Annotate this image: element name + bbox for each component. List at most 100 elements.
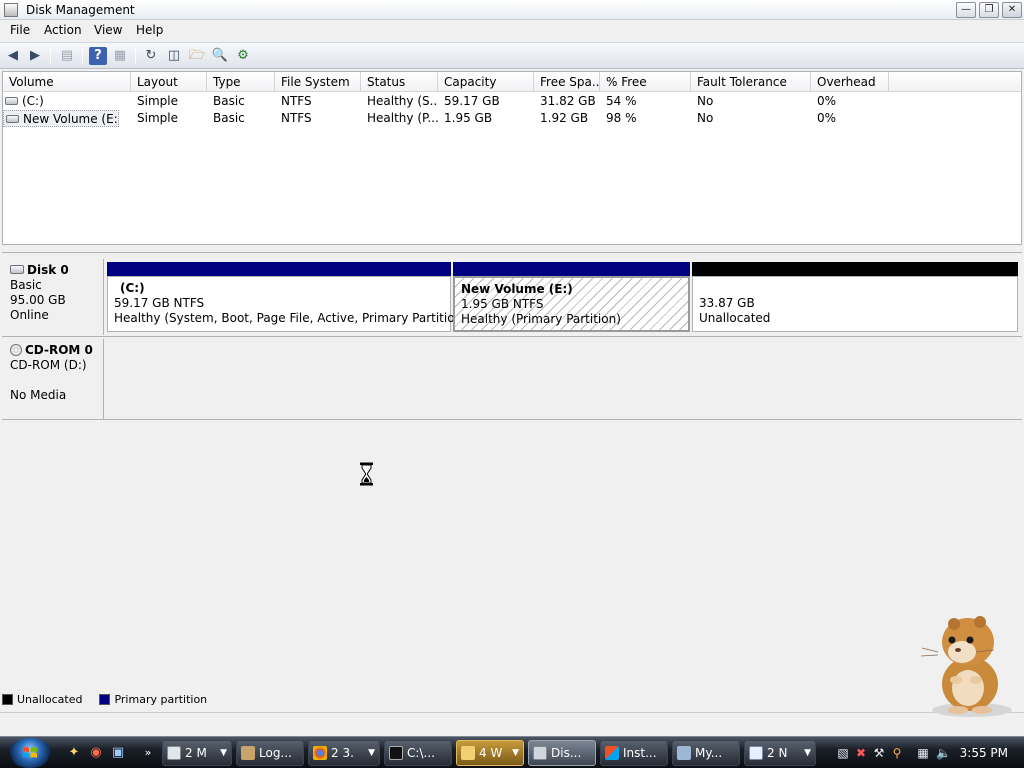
disk-type: Basic	[10, 278, 42, 292]
table-row[interactable]: (C:) Simple Basic NTFS Healthy (S... 59.…	[3, 93, 1021, 110]
restore-button[interactable]: ❐	[979, 2, 999, 18]
cd-rom-icon	[10, 343, 22, 356]
cell-volume: New Volume (E:)	[23, 112, 119, 126]
cell-type: Basic	[213, 111, 245, 125]
cell-overhead: 0%	[817, 111, 837, 125]
legend-label-primary: Primary partition	[114, 693, 208, 706]
show-desktop-icon[interactable]: ▣	[110, 745, 126, 761]
toolbar: ◀ ▶ ▤ ? ▦ ↻ ◫ 🗁 🔍 ⚙	[0, 42, 1024, 69]
taskbar-button-installer[interactable]: Inst...	[600, 740, 668, 766]
folder-window-icon	[167, 746, 181, 760]
menu-file[interactable]: File	[10, 23, 30, 37]
menu-view[interactable]: View	[94, 23, 122, 37]
partition-bar	[453, 262, 690, 276]
partition-status: Healthy (System, Boot, Page File, Active…	[114, 311, 467, 325]
column-header-layout[interactable]: Layout	[131, 72, 207, 92]
cell-free-space: 31.82 GB	[540, 94, 596, 108]
search-icon[interactable]: 🔍	[211, 47, 229, 65]
partition-size: 59.17 GB NTFS	[114, 296, 205, 310]
menu-action[interactable]: Action	[44, 23, 82, 37]
disk-graphical-view[interactable]: Disk 0 Basic 95.00 GB Online (C:) 59.17 …	[2, 252, 1022, 420]
taskbar-button-disk-management[interactable]: Dis...	[528, 740, 596, 766]
notepad-icon	[749, 746, 763, 760]
column-header-status[interactable]: Status	[361, 72, 438, 92]
tray-tools-icon[interactable]: ⚒	[872, 746, 886, 760]
cell-capacity: 59.17 GB	[444, 94, 500, 108]
taskbar-button-my-computer[interactable]: My...	[672, 740, 740, 766]
drive-icon	[5, 96, 18, 105]
open-folder-icon[interactable]: 🗁	[188, 47, 206, 65]
hard-disk-icon	[10, 265, 24, 274]
cell-fault-tolerance: No	[697, 111, 714, 125]
volume-list-header: Volume Layout Type File System Status Ca…	[3, 72, 1021, 92]
toolbar-separator	[50, 48, 51, 64]
chevron-down-icon: ▼	[220, 748, 227, 758]
show-hide-console-tree-icon[interactable]: ▤	[58, 47, 76, 65]
taskbar-button-log[interactable]: Log...	[236, 740, 304, 766]
hourglass-cursor-icon	[360, 462, 373, 486]
cell-status: Healthy (S...	[367, 94, 438, 108]
cell-overhead: 0%	[817, 94, 837, 108]
quick-launch-overflow-icon[interactable]: »	[140, 745, 156, 761]
system-tray: ▧ ✖ ⚒ ⚲ ▦ 🔈 3:55 PM	[832, 740, 1022, 766]
column-header-capacity[interactable]: Capacity	[438, 72, 534, 92]
disk-0-label[interactable]: Disk 0 Basic 95.00 GB Online	[2, 259, 104, 335]
column-header-type[interactable]: Type	[207, 72, 275, 92]
column-header-overhead[interactable]: Overhead	[811, 72, 889, 92]
partition-e[interactable]: New Volume (E:) 1.95 GB NTFS Healthy (Pr…	[453, 262, 690, 332]
volume-list[interactable]: Volume Layout Type File System Status Ca…	[2, 71, 1022, 245]
quick-launch-browser-icon[interactable]: ◉	[88, 745, 104, 761]
properties-icon[interactable]: ▦	[111, 47, 129, 65]
back-arrow-icon[interactable]: ◀	[4, 47, 22, 65]
network-icon[interactable]: ▦	[916, 746, 930, 760]
cell-file-system: NTFS	[281, 111, 312, 125]
forward-arrow-icon[interactable]: ▶	[26, 47, 44, 65]
tray-app-icon[interactable]: ▧	[836, 746, 850, 760]
chevron-down-icon: ▼	[512, 748, 519, 758]
cdrom-0-label[interactable]: CD-ROM 0 CD-ROM (D:) No Media	[2, 339, 104, 419]
taskbar-button-command-prompt[interactable]: C:\...	[384, 740, 452, 766]
chevron-down-icon: ▼	[368, 748, 375, 758]
divider	[2, 336, 1022, 337]
clock[interactable]: 3:55 PM	[960, 746, 1008, 760]
chevron-down-icon: ▼	[804, 748, 811, 758]
column-header-free-space[interactable]: Free Spa...	[534, 72, 600, 92]
column-header-fault-tolerance[interactable]: Fault Tolerance	[691, 72, 811, 92]
column-header-percent-free[interactable]: % Free	[600, 72, 691, 92]
cell-type: Basic	[213, 94, 245, 108]
cell-layout: Simple	[137, 94, 178, 108]
disk-status: Online	[10, 308, 49, 322]
taskbar-button-explorer-group[interactable]: 2 M ▼	[162, 740, 232, 766]
cell-status: Healthy (P...	[367, 111, 438, 125]
tray-error-icon[interactable]: ✖	[854, 746, 868, 760]
cell-percent-free: 54 %	[606, 94, 637, 108]
help-icon[interactable]: ?	[89, 47, 107, 65]
settings-icon[interactable]: ⚙	[234, 47, 252, 65]
partition-c[interactable]: (C:) 59.17 GB NTFS Healthy (System, Boot…	[107, 262, 467, 332]
close-button[interactable]: ✕	[1002, 2, 1022, 18]
partition-unallocated[interactable]: 33.87 GB Unallocated	[692, 262, 1018, 332]
refresh-icon[interactable]: ↻	[142, 47, 160, 65]
volume-icon[interactable]: 🔈	[936, 746, 951, 760]
partition-bar	[107, 262, 451, 276]
table-row[interactable]: New Volume (E:) Simple Basic NTFS Health…	[3, 110, 1021, 127]
taskbar-button-word-group[interactable]: 4 W ▼	[456, 740, 524, 766]
start-button[interactable]	[8, 738, 52, 768]
taskbar-button-browser-group[interactable]: 2 3. ▼	[308, 740, 380, 766]
partition-title	[699, 281, 1011, 296]
export-list-icon[interactable]: ◫	[165, 47, 183, 65]
partition-bar	[692, 262, 1018, 276]
cell-fault-tolerance: No	[697, 94, 714, 108]
taskbar-button-notepad-group[interactable]: 2 N ▼	[744, 740, 816, 766]
quick-launch-app-icon[interactable]: ✦	[66, 745, 82, 761]
log-app-icon	[241, 746, 255, 760]
column-header-volume[interactable]: Volume	[3, 72, 131, 92]
disk-management-app-icon[interactable]	[4, 3, 18, 17]
column-header-file-system[interactable]: File System	[275, 72, 361, 92]
menu-help[interactable]: Help	[136, 23, 163, 37]
minimize-button[interactable]: —	[956, 2, 976, 18]
cell-layout: Simple	[137, 111, 178, 125]
partition-status: Unallocated	[699, 311, 771, 325]
tray-search-icon[interactable]: ⚲	[890, 746, 904, 760]
disk-status: No Media	[10, 388, 67, 402]
